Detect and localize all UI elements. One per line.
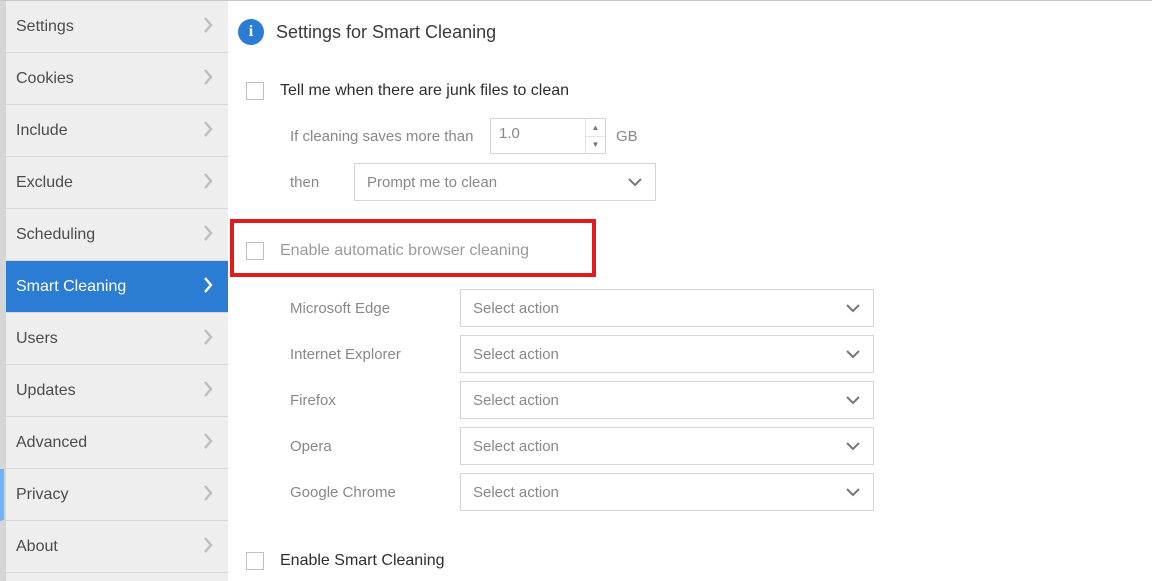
chevron-right-icon [202,68,214,90]
threshold-unit: GB [616,128,638,145]
chevron-down-icon [845,346,861,363]
then-action-select[interactable]: Prompt me to clean [354,163,656,201]
browser-action-select-firefox[interactable]: Select action [460,381,874,419]
browser-name: Internet Explorer [290,346,460,363]
browser-name: Firefox [290,392,460,409]
chevron-down-icon [627,174,643,191]
sidebar-item-label: Smart Cleaning [16,278,202,296]
page-title: Settings for Smart Cleaning [276,22,496,43]
sidebar-item-label: Exclude [16,174,202,192]
main-panel: i Settings for Smart Cleaning Tell me wh… [228,1,1152,581]
sidebar-item-label: Include [16,122,202,140]
chevron-right-icon [202,224,214,246]
sidebar-item-label: Settings [16,18,202,36]
chevron-right-icon [202,120,214,142]
browser-checkbox[interactable] [246,242,264,260]
app: Settings Cookies Include Exclude Schedul… [0,0,1152,581]
chevron-right-icon [202,328,214,350]
page-header: i Settings for Smart Cleaning [232,19,1152,45]
browser-name: Google Chrome [290,484,460,501]
junk-checkbox-label: Tell me when there are junk files to cle… [280,82,569,100]
sidebar-item-label: Cookies [16,70,202,88]
threshold-label: If cleaning saves more than [290,128,490,145]
sidebar-item-label: Scheduling [16,226,202,244]
threshold-value: 1.0 [491,119,585,153]
browser-name: Microsoft Edge [290,300,460,317]
chevron-right-icon [202,536,214,558]
sidebar-item-smart-cleaning[interactable]: Smart Cleaning [6,261,228,313]
info-icon: i [238,19,264,45]
chevron-down-icon [845,438,861,455]
sidebar-item-scheduling[interactable]: Scheduling [6,209,228,261]
spin-down-icon[interactable]: ▼ [586,137,605,154]
threshold-input[interactable]: 1.0 ▲ ▼ [490,118,606,154]
smart-checkbox-label: Enable Smart Cleaning [280,552,445,570]
chevron-right-icon [202,16,214,38]
chevron-right-icon [202,276,214,298]
sidebar-item-privacy[interactable]: Privacy [0,469,228,521]
browser-action-text: Select action [473,300,845,317]
smart-checkbox[interactable] [246,552,264,570]
sidebar-item-advanced[interactable]: Advanced [6,417,228,469]
sidebar: Settings Cookies Include Exclude Schedul… [0,1,228,581]
browser-action-text: Select action [473,484,845,501]
browser-action-select-ie[interactable]: Select action [460,335,874,373]
sidebar-item-label: Updates [16,382,202,400]
chevron-down-icon [845,300,861,317]
browser-action-select-opera[interactable]: Select action [460,427,874,465]
sidebar-item-settings[interactable]: Settings [6,1,228,53]
chevron-right-icon [202,484,214,506]
browser-action-select-chrome[interactable]: Select action [460,473,874,511]
sidebar-item-about[interactable]: About [6,521,228,573]
sidebar-item-updates[interactable]: Updates [6,365,228,417]
browser-action-text: Select action [473,346,845,363]
sidebar-item-exclude[interactable]: Exclude [6,157,228,209]
chevron-right-icon [202,172,214,194]
chevron-down-icon [845,392,861,409]
chevron-right-icon [202,432,214,454]
spin-up-icon[interactable]: ▲ [586,119,605,137]
sidebar-item-label: Privacy [16,486,202,504]
browser-name: Opera [290,438,460,455]
sidebar-item-label: Advanced [16,434,202,452]
browser-section: Enable automatic browser cleaning Micros… [232,229,1152,515]
browser-action-text: Select action [473,392,845,409]
chevron-down-icon [845,484,861,501]
chevron-right-icon [202,380,214,402]
sidebar-item-users[interactable]: Users [6,313,228,365]
junk-section: Tell me when there are junk files to cle… [232,69,1152,205]
browser-action-select-edge[interactable]: Select action [460,289,874,327]
sidebar-item-label: Users [16,330,202,348]
junk-checkbox[interactable] [246,82,264,100]
smart-section: Enable Smart Cleaning [232,539,1152,581]
sidebar-item-include[interactable]: Include [6,105,228,157]
then-action-text: Prompt me to clean [367,174,627,191]
browser-action-text: Select action [473,438,845,455]
sidebar-item-label: About [16,538,202,556]
then-label: then [290,174,354,191]
browser-checkbox-label: Enable automatic browser cleaning [280,242,529,260]
spinner: ▲ ▼ [585,119,605,153]
sidebar-item-cookies[interactable]: Cookies [6,53,228,105]
